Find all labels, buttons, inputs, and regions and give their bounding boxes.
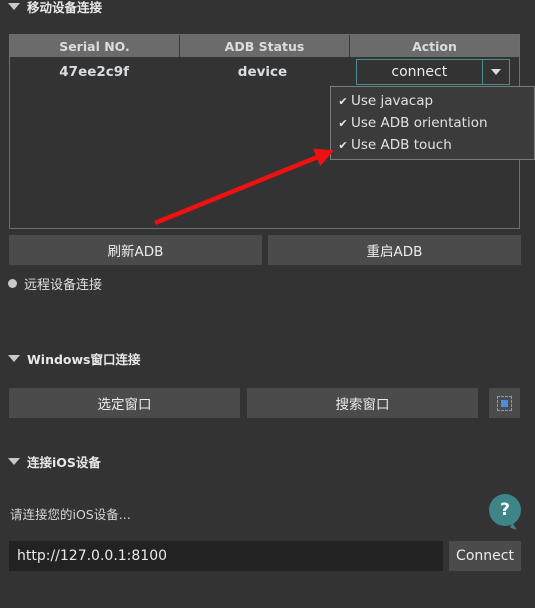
section-header-ios[interactable]: 连接iOS设备 <box>8 452 101 471</box>
ios-connect-button[interactable]: Connect <box>449 541 521 571</box>
section-title-mobile-device: 移动设备连接 <box>27 0 103 15</box>
section-header-remote-device[interactable]: 远程设备连接 <box>8 274 102 293</box>
menu-item-use-adb-touch[interactable]: ✔ Use ADB touch <box>331 134 534 156</box>
table-header-row: Serial NO. ADB Status Action <box>10 35 519 57</box>
check-icon: ✔ <box>338 116 348 130</box>
menu-item-label: Use javacap <box>351 93 434 109</box>
menu-item-label: Use ADB orientation <box>351 115 488 131</box>
column-header-adb-status: ADB Status <box>180 35 350 57</box>
ios-hint-text: 请连接您的iOS设备... <box>10 507 131 522</box>
triangle-down-icon <box>8 458 20 465</box>
table-row[interactable]: 47ee2c9f device connect <box>10 57 519 87</box>
cell-action: connect <box>347 57 519 87</box>
section-title-windows: Windows窗口连接 <box>27 352 141 367</box>
triangle-down-icon <box>8 355 20 362</box>
select-region-icon <box>497 395 512 411</box>
restart-adb-button[interactable]: 重启ADB <box>268 235 521 265</box>
connect-dropdown-toggle[interactable] <box>483 60 509 84</box>
check-icon: ✔ <box>338 138 348 152</box>
check-icon: ✔ <box>338 94 348 108</box>
circle-bullet-icon <box>8 279 17 288</box>
menu-item-use-adb-orientation[interactable]: ✔ Use ADB orientation <box>331 112 534 134</box>
connect-split-button[interactable]: connect <box>355 59 510 85</box>
select-window-button[interactable]: 选定窗口 <box>9 388 240 418</box>
section-title-ios: 连接iOS设备 <box>27 455 101 470</box>
menu-item-label: Use ADB touch <box>351 137 452 153</box>
connect-options-menu[interactable]: ✔ Use javacap ✔ Use ADB orientation ✔ Us… <box>330 86 535 160</box>
ios-url-input[interactable] <box>9 541 443 571</box>
help-icon[interactable]: ? <box>489 494 521 526</box>
triangle-down-icon <box>8 3 20 10</box>
chevron-down-icon <box>490 69 501 75</box>
refresh-adb-button[interactable]: 刷新ADB <box>9 235 262 265</box>
cell-serial: 47ee2c9f <box>59 64 130 80</box>
column-header-action: Action <box>412 38 457 54</box>
search-window-button[interactable]: 搜索窗口 <box>247 388 478 418</box>
help-glyph: ? <box>500 500 510 520</box>
select-region-button[interactable] <box>489 388 520 418</box>
section-title-remote-device: 远程设备连接 <box>24 278 103 293</box>
connect-button[interactable]: connect <box>357 60 483 84</box>
menu-item-use-javacap[interactable]: ✔ Use javacap <box>331 90 534 112</box>
connection-panel: 移动设备连接 Serial NO. ADB Status Action 47ee… <box>0 0 535 608</box>
section-header-windows[interactable]: Windows窗口连接 <box>8 349 141 368</box>
section-header-mobile-device[interactable]: 移动设备连接 <box>8 0 102 16</box>
cell-adb-status: device <box>237 64 288 80</box>
column-header-serial: Serial NO. <box>10 35 180 57</box>
